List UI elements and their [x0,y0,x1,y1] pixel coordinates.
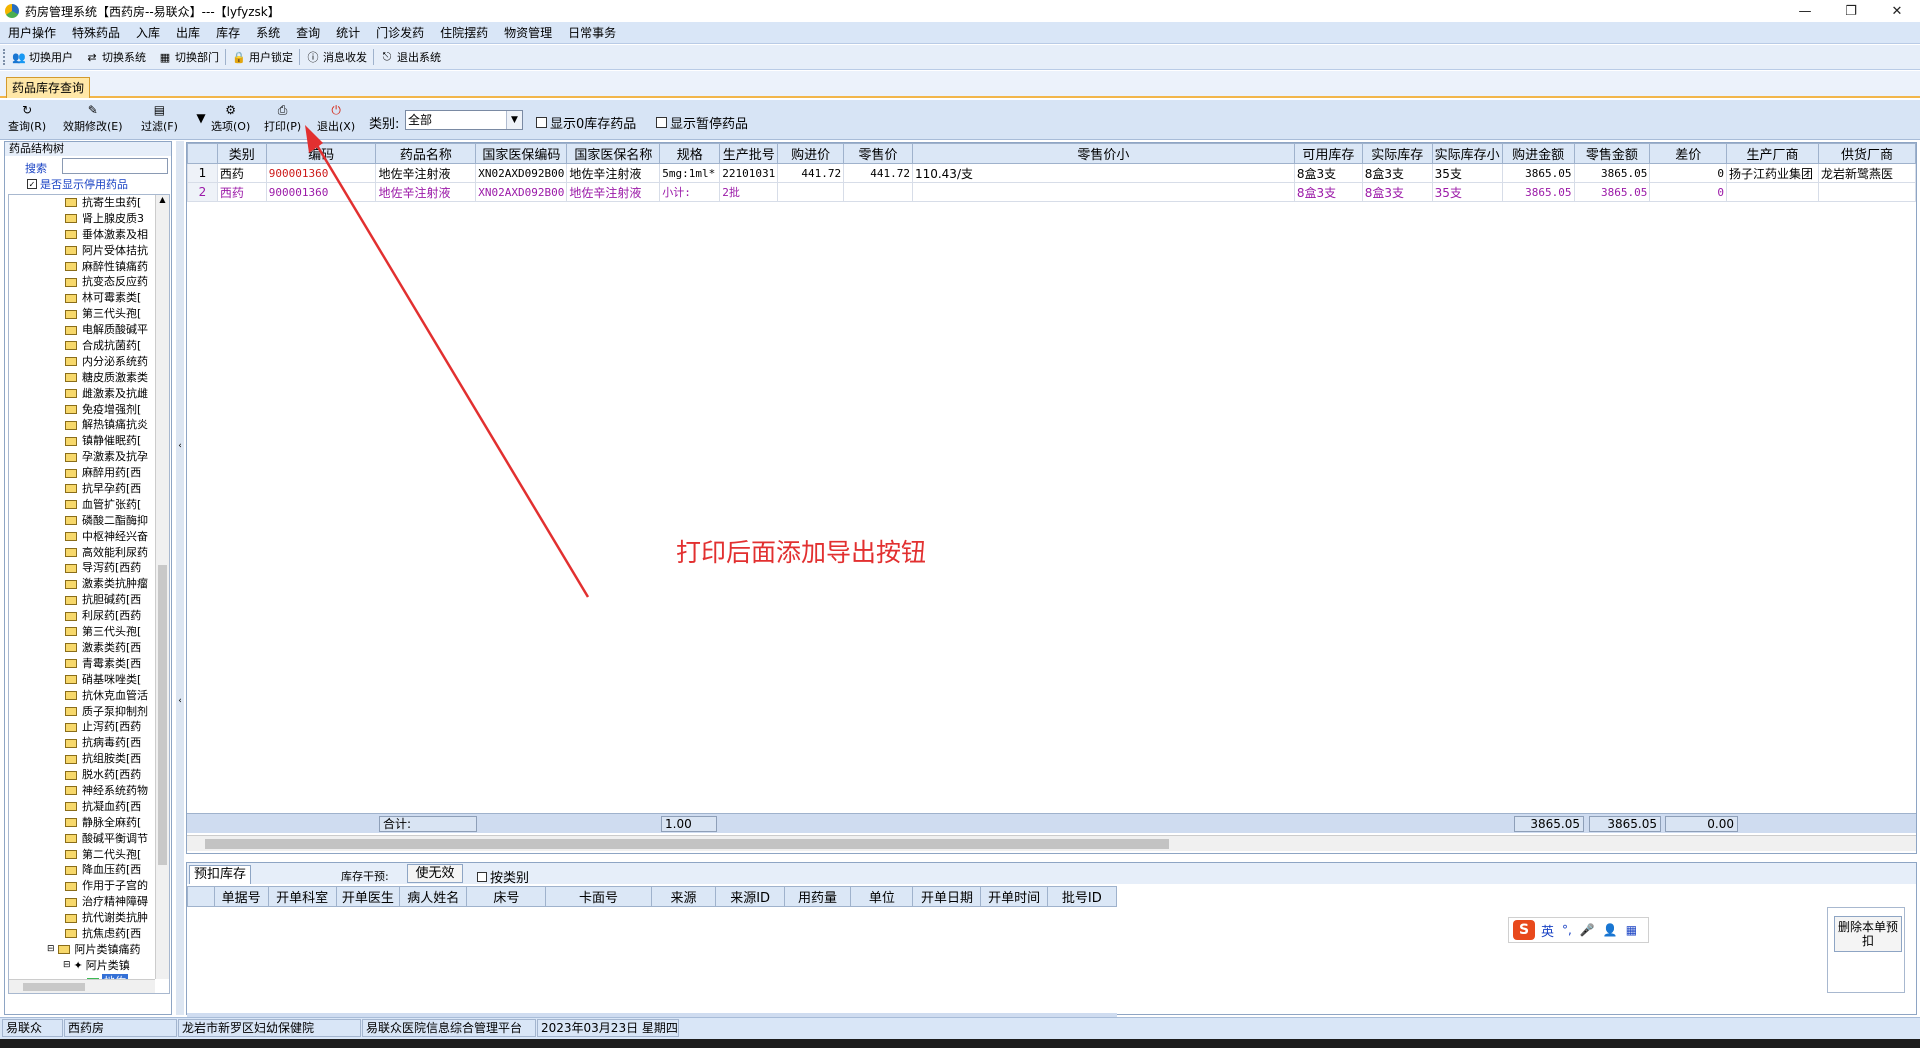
column-header[interactable]: 病人姓名 [399,886,468,907]
column-header[interactable]: 开单时间 [980,886,1048,907]
taskbar-strip [0,1039,1920,1048]
bottom-tab-strip: 预扣库存 库存干预: 使无效 按类别 [187,863,1916,886]
ime-toolbar[interactable]: S 英 °, 🎤 👤 ▦ [1508,917,1649,943]
column-header[interactable]: 开单科室 [267,886,337,907]
punctuation-icon[interactable]: °, [1562,923,1572,937]
reserved-stock-panel: 预扣库存 库存干预: 使无效 按类别 单据号 开单科室 开单医生 病人姓名 床号 卡面号来… [186,862,1917,1036]
annotation-text: 打印后面添加导出按钮 [676,538,927,567]
bottom-side-panel: 删除本单预扣 [1827,907,1905,993]
checkbox-box[interactable] [477,871,487,882]
ime-mode[interactable]: 英 [1541,921,1554,940]
column-header[interactable]: 开单日期 [912,886,982,907]
bottom-grid-header-row: 单据号 开单科室 开单医生 病人姓名 床号 卡面号 来源 来源ID 用药量 单位 开单日期 开单时间批… [187,886,1118,907]
column-header[interactable]: 开单医生 [335,886,401,907]
column-header[interactable]: 单据号 [213,886,269,907]
column-header[interactable]: 单位 [850,886,914,907]
status-bar: 易联众 西药房 龙岩市新罗区妇幼保健院 易联众医院信息综合管理平台 2023年0… [0,1017,1920,1048]
column-header[interactable]: 床号 [466,886,547,907]
column-header[interactable] [187,886,215,907]
reserved-stock-table: 单据号 开单科室 开单医生 病人姓名 床号 卡面号 来源 来源ID 用药量 单位 开单日期 开单时间批… [187,886,1118,907]
status-company: 易联众 [2,1019,63,1037]
intervene-label: 库存干预: [341,870,389,883]
grid-icon[interactable]: ▦ [1626,923,1637,937]
column-header[interactable]: 卡面号 [545,886,652,907]
by-category-checkbox[interactable]: 按类别 [477,867,529,886]
column-header[interactable]: 来源 [650,886,717,907]
column-header[interactable]: 批号ID [1046,886,1118,907]
reserved-stock-grid: 单据号 开单科室 开单医生 病人姓名 床号 卡面号 来源 来源ID 用药量 单位 开单日期 开单时间批… [187,886,1118,1036]
tab-reserved-stock[interactable]: 预扣库存 [189,865,252,884]
sogou-icon[interactable]: S [1513,920,1535,940]
column-header[interactable]: 用药量 [783,886,852,907]
status-platform: 易联众医院信息综合管理平台 [362,1019,536,1037]
status-department: 西药房 [64,1019,177,1037]
status-date: 2023年03月23日 星期四 [537,1019,679,1037]
column-header[interactable]: 来源ID [715,886,785,907]
arrow-line [310,136,590,598]
delete-reservation-button[interactable]: 删除本单预扣 [1834,916,1902,952]
user-icon[interactable]: 👤 [1603,923,1618,937]
status-hospital: 龙岩市新罗区妇幼保健院 [178,1019,361,1037]
invalidate-button[interactable]: 使无效 [407,864,463,883]
microphone-icon[interactable]: 🎤 [1580,923,1595,937]
